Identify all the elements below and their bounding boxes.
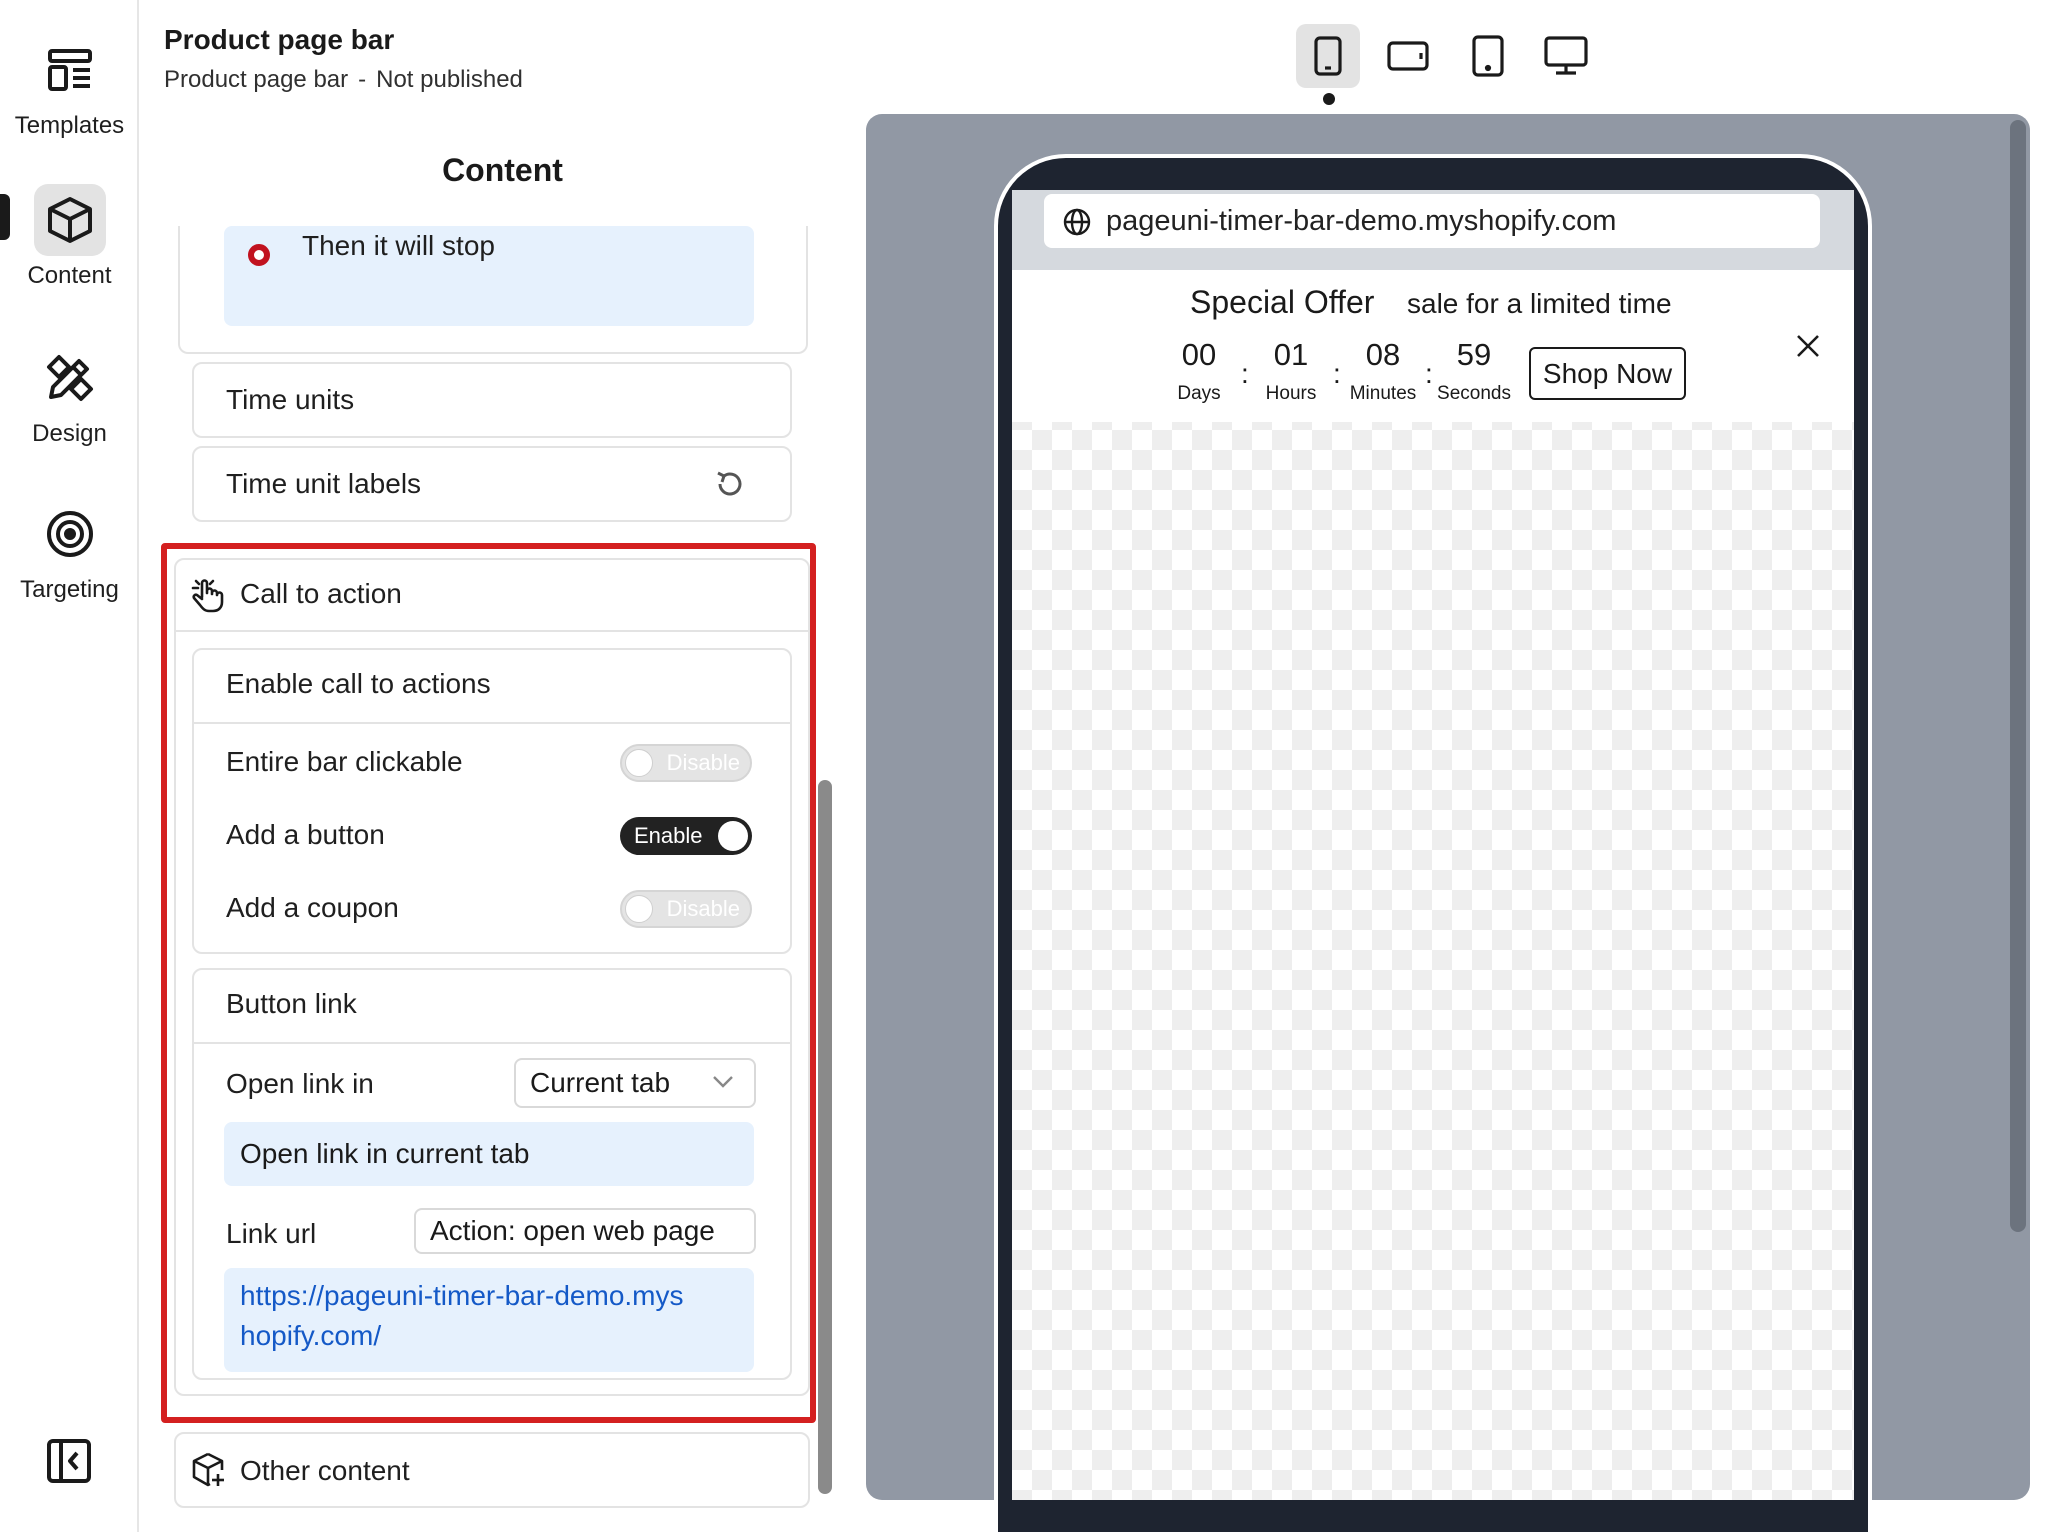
- bar-title: Special Offer: [1190, 284, 1375, 320]
- open-link-info-text: Open link in current tab: [240, 1138, 530, 1169]
- countdown-minutes-label: Minutes: [1349, 383, 1417, 404]
- rail-item-targeting[interactable]: Targeting: [0, 498, 139, 604]
- countdown-seconds-value: 59: [1456, 337, 1492, 372]
- divider: [192, 722, 792, 724]
- bar-subtitle: sale for a limited time: [1407, 288, 1672, 319]
- page-subtitle: Product page bar - Not published: [164, 66, 523, 94]
- preview-scrollbar[interactable]: [2010, 120, 2026, 1232]
- add-coupon-toggle[interactable]: Disable: [620, 890, 752, 928]
- open-link-in-value: Current tab: [530, 1067, 671, 1098]
- countdown-hours-label: Hours: [1265, 383, 1317, 404]
- mobile-landscape-icon: [1387, 41, 1429, 71]
- publish-status: Not published: [376, 66, 523, 93]
- add-coupon-label: Add a coupon: [226, 892, 399, 923]
- countdown-days-value: 00: [1181, 337, 1217, 372]
- countdown-hours-value: 01: [1273, 337, 1309, 372]
- rail-label-content: Content: [27, 262, 112, 289]
- cta-title: Call to action: [240, 578, 402, 609]
- link-url-line-1: https://pageuni-timer-bar-demo.mys: [240, 1280, 684, 1311]
- tablet-icon: [1472, 35, 1504, 77]
- rail-label-targeting: Targeting: [20, 576, 119, 603]
- link-url-label: Link url: [226, 1218, 317, 1249]
- other-content-label: Other content: [240, 1455, 410, 1486]
- device-tablet-button[interactable]: [1456, 24, 1520, 88]
- panel-scrollbar[interactable]: [818, 780, 832, 1494]
- rail-label-design: Design: [32, 420, 107, 447]
- rail-item-templates[interactable]: Templates: [0, 34, 139, 140]
- left-rail: Templates Content Design Targeting: [0, 0, 139, 1532]
- hand-pointer-icon: [191, 579, 224, 613]
- open-link-info: Open link in current tab: [224, 1122, 754, 1186]
- device-desktop-button[interactable]: [1534, 24, 1598, 88]
- target-icon: [34, 498, 106, 570]
- time-units-label: Time units: [226, 384, 355, 415]
- open-link-in-label: Open link in: [226, 1068, 374, 1099]
- page-title: Product page bar: [164, 24, 395, 55]
- link-url-action-select[interactable]: Action: open web page: [414, 1208, 756, 1254]
- add-button-label: Add a button: [226, 819, 385, 850]
- add-button-toggle[interactable]: Enable: [620, 817, 752, 855]
- button-link-heading: Button link: [226, 988, 357, 1019]
- divider: [174, 630, 810, 632]
- shop-now-button[interactable]: Shop Now: [1529, 347, 1686, 400]
- toggle-state-label: Disable: [666, 896, 740, 921]
- toggle-knob: [625, 749, 653, 777]
- countdown-days-label: Days: [1177, 383, 1221, 404]
- globe-icon: [1063, 208, 1091, 236]
- panel-title: Content: [442, 152, 563, 188]
- sidebar-collapse-icon[interactable]: [46, 1438, 92, 1484]
- entire-bar-clickable-toggle[interactable]: Disable: [620, 744, 752, 782]
- desktop-icon: [1544, 36, 1588, 75]
- cube-icon: [33, 184, 106, 256]
- enable-cta-heading: Enable call to actions: [226, 668, 491, 699]
- active-device-indicator: [1323, 93, 1335, 105]
- divider: [192, 1042, 792, 1044]
- chevron-down-icon: [713, 1076, 733, 1088]
- close-icon[interactable]: [1794, 332, 1822, 360]
- cube-plus-icon: [192, 1452, 224, 1487]
- toggle-knob: [718, 821, 748, 851]
- mobile-portrait-icon: [1314, 36, 1342, 76]
- rail-label-templates: Templates: [14, 112, 125, 139]
- rail-item-content[interactable]: Content: [0, 184, 139, 290]
- url-bar[interactable]: pageuni-timer-bar-demo.myshopify.com: [1044, 194, 1820, 248]
- time-unit-labels-label: Time unit labels: [226, 468, 422, 499]
- countdown-minutes-value: 08: [1365, 337, 1401, 372]
- stop-option-label: Then it will stop: [302, 230, 495, 261]
- design-tools-icon: [34, 342, 106, 414]
- rail-item-design[interactable]: Design: [0, 342, 139, 448]
- link-url-line-2: hopify.com/: [240, 1320, 382, 1351]
- reset-icon[interactable]: [714, 468, 746, 500]
- toggle-state-label: Disable: [666, 750, 740, 775]
- subtitle-name: Product page bar: [164, 66, 349, 93]
- device-mobile-landscape-button[interactable]: [1376, 24, 1440, 88]
- url-text: pageuni-timer-bar-demo.myshopify.com: [1106, 204, 1617, 237]
- radio-selected-icon[interactable]: [248, 244, 270, 266]
- countdown-seconds-label: Seconds: [1437, 383, 1511, 404]
- toggle-knob: [625, 895, 653, 923]
- subtitle-separator: -: [358, 66, 367, 93]
- templates-icon: [34, 34, 106, 106]
- link-url-action-value: Action: open web page: [430, 1215, 715, 1246]
- link-url-field[interactable]: https://pageuni-timer-bar-demo.mys hopif…: [224, 1268, 754, 1372]
- open-link-in-select[interactable]: Current tab: [514, 1058, 756, 1108]
- entire-bar-clickable-label: Entire bar clickable: [226, 746, 463, 777]
- toggle-state-label: Enable: [634, 823, 703, 848]
- device-mobile-portrait-button[interactable]: [1296, 24, 1360, 88]
- content-panel: Then it will stop Time units Time unit l…: [140, 226, 840, 1532]
